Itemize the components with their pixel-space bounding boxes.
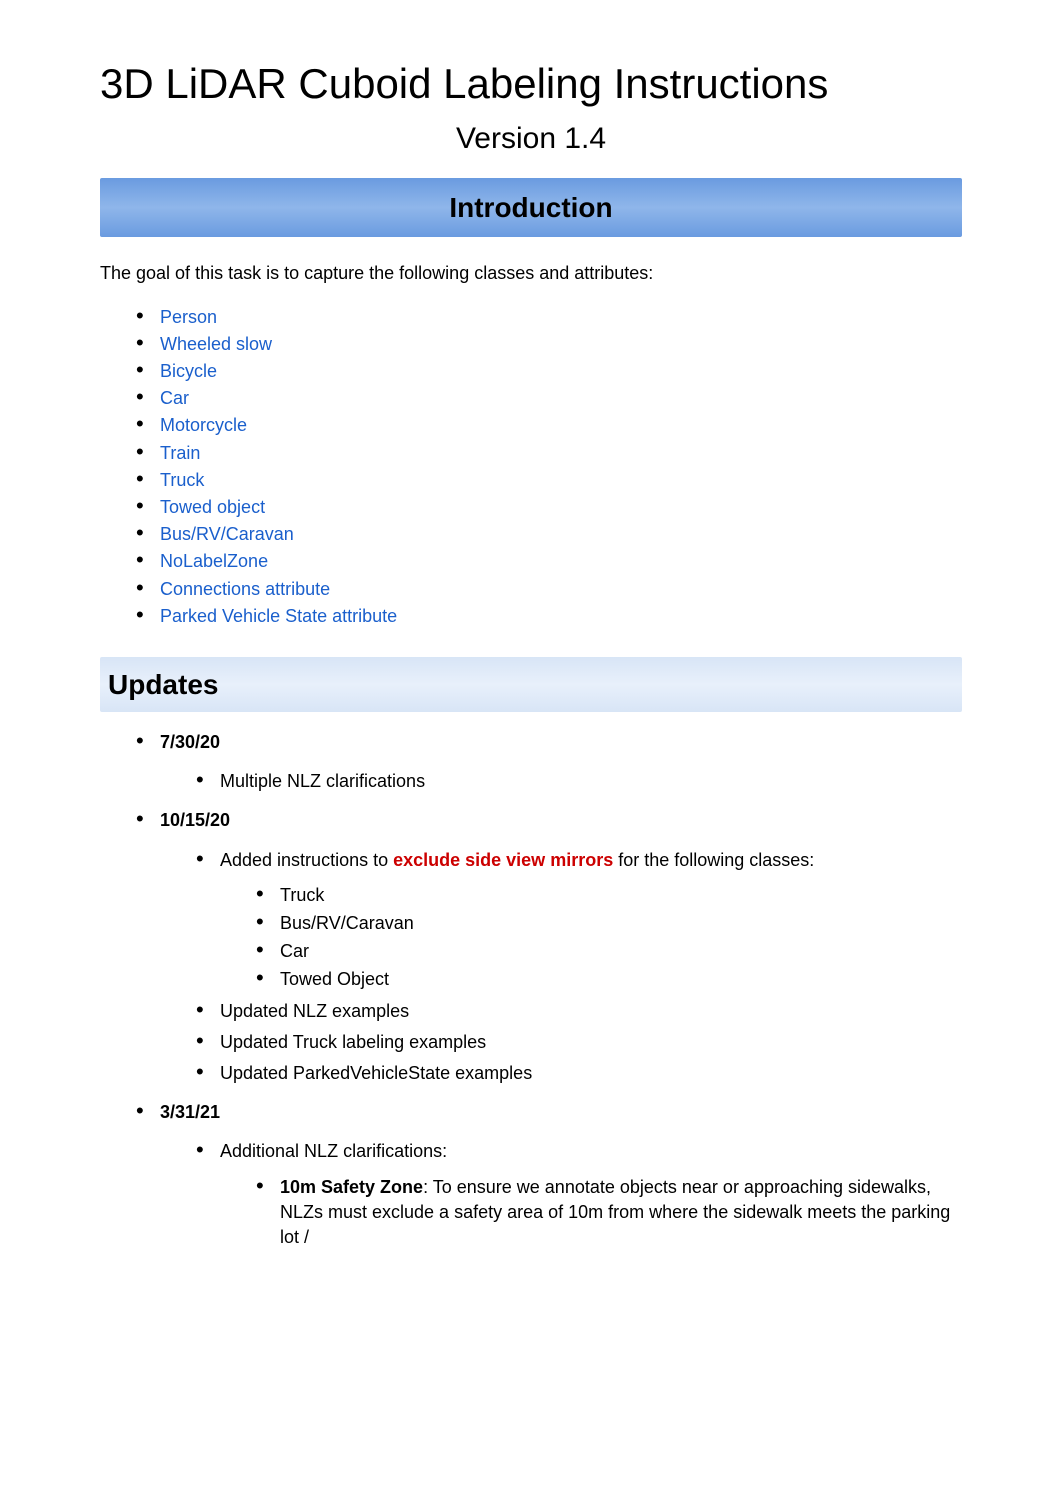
- class-link-train[interactable]: Train: [160, 443, 200, 463]
- list-item: Person: [136, 305, 962, 330]
- update-item: Additional NLZ clarifications: 10m Safet…: [196, 1139, 962, 1250]
- page-title: 3D LiDAR Cuboid Labeling Instructions: [100, 60, 962, 108]
- bold-prefix: 10m Safety Zone: [280, 1177, 423, 1197]
- class-link-bicycle[interactable]: Bicycle: [160, 361, 217, 381]
- update-entry: 7/30/20 Multiple NLZ clarifications: [136, 730, 962, 794]
- list-item: Truck: [136, 468, 962, 493]
- sub-item: Bus/RV/Caravan: [256, 911, 962, 936]
- update-entry: 10/15/20 Added instructions to exclude s…: [136, 808, 962, 1086]
- update-date: 3/31/21: [160, 1102, 220, 1122]
- sub-item: Truck: [256, 883, 962, 908]
- class-link-nolabelzone[interactable]: NoLabelZone: [160, 551, 268, 571]
- class-link-bus-rv-caravan[interactable]: Bus/RV/Caravan: [160, 524, 294, 544]
- class-link-parked-vehicle-state-attribute[interactable]: Parked Vehicle State attribute: [160, 606, 397, 626]
- class-link-towed-object[interactable]: Towed object: [160, 497, 265, 517]
- update-items: Added instructions to exclude side view …: [196, 848, 962, 1087]
- update-items: Additional NLZ clarifications: 10m Safet…: [196, 1139, 962, 1250]
- list-item: NoLabelZone: [136, 549, 962, 574]
- list-item: Bicycle: [136, 359, 962, 384]
- class-list: Person Wheeled slow Bicycle Car Motorcyc…: [136, 305, 962, 629]
- list-item: Parked Vehicle State attribute: [136, 604, 962, 629]
- update-item-prefix: Added instructions to: [220, 850, 393, 870]
- introduction-text: The goal of this task is to capture the …: [100, 261, 962, 286]
- highlight-text: exclude side view mirrors: [393, 850, 613, 870]
- class-link-truck[interactable]: Truck: [160, 470, 204, 490]
- update-item: Updated Truck labeling examples: [196, 1030, 962, 1055]
- list-item: Connections attribute: [136, 577, 962, 602]
- update-item: Added instructions to exclude side view …: [196, 848, 962, 993]
- updates-heading: Updates: [100, 657, 962, 712]
- sub-item: Towed Object: [256, 967, 962, 992]
- update-entry: 3/31/21 Additional NLZ clarifications: 1…: [136, 1100, 962, 1250]
- update-items: Multiple NLZ clarifications: [196, 769, 962, 794]
- update-item-text: Additional NLZ clarifications:: [220, 1141, 447, 1161]
- update-item: Updated ParkedVehicleState examples: [196, 1061, 962, 1086]
- sub-list: 10m Safety Zone: To ensure we annotate o…: [256, 1175, 962, 1251]
- class-link-motorcycle[interactable]: Motorcycle: [160, 415, 247, 435]
- class-link-wheeled-slow[interactable]: Wheeled slow: [160, 334, 272, 354]
- sub-item: 10m Safety Zone: To ensure we annotate o…: [256, 1175, 962, 1251]
- list-item: Wheeled slow: [136, 332, 962, 357]
- list-item: Motorcycle: [136, 413, 962, 438]
- list-item: Car: [136, 386, 962, 411]
- class-link-person[interactable]: Person: [160, 307, 217, 327]
- class-link-car[interactable]: Car: [160, 388, 189, 408]
- update-item-suffix: for the following classes:: [613, 850, 814, 870]
- class-link-connections-attribute[interactable]: Connections attribute: [160, 579, 330, 599]
- introduction-heading: Introduction: [100, 178, 962, 237]
- list-item: Towed object: [136, 495, 962, 520]
- list-item: Train: [136, 441, 962, 466]
- list-item: Bus/RV/Caravan: [136, 522, 962, 547]
- version-label: Version 1.4: [100, 118, 962, 160]
- update-item: Updated NLZ examples: [196, 999, 962, 1024]
- sub-list: Truck Bus/RV/Caravan Car Towed Object: [256, 883, 962, 993]
- sub-item: Car: [256, 939, 962, 964]
- update-item: Multiple NLZ clarifications: [196, 769, 962, 794]
- update-date: 10/15/20: [160, 810, 230, 830]
- update-date: 7/30/20: [160, 732, 220, 752]
- updates-list: 7/30/20 Multiple NLZ clarifications 10/1…: [136, 730, 962, 1250]
